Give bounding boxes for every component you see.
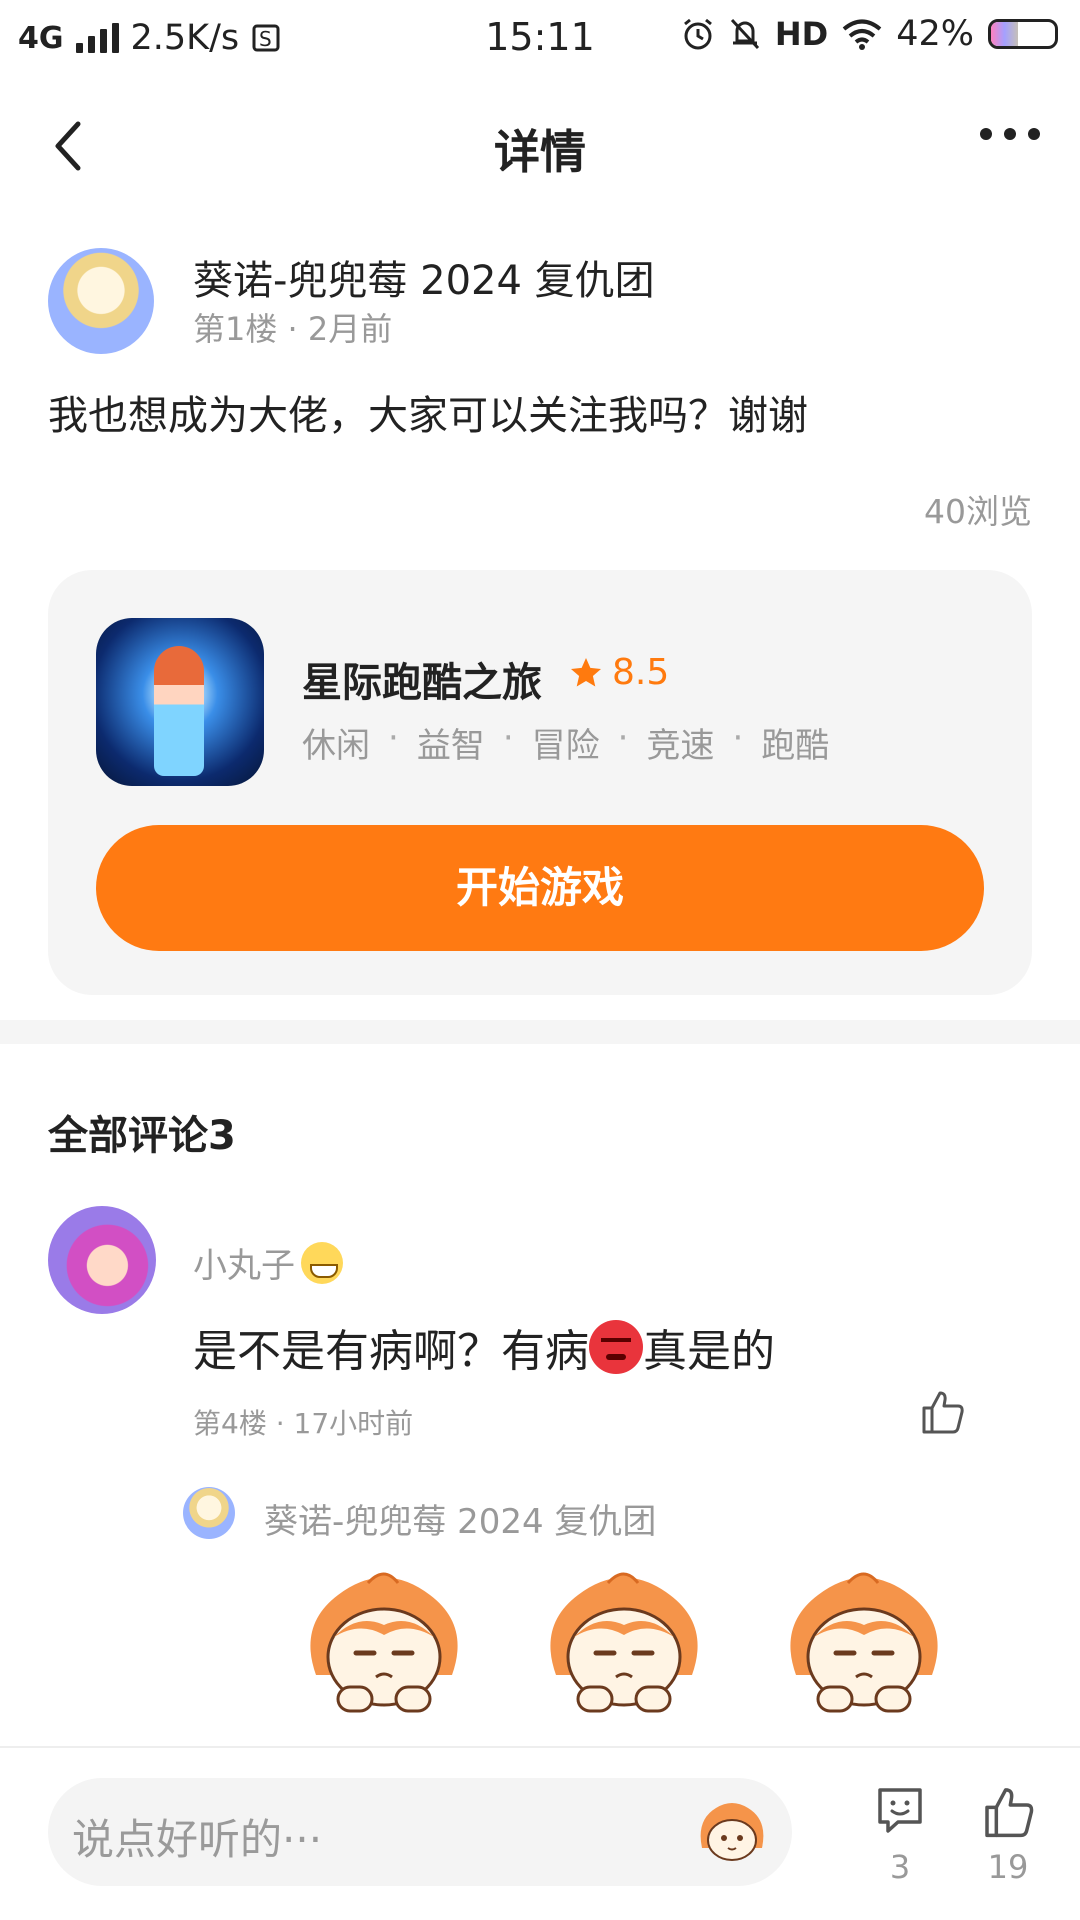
comment-content: 是不是有病啊？有病 真是的 — [193, 1315, 775, 1379]
comments-title: 全部评论3 — [48, 1113, 236, 1159]
game-tags: 休闲 · 益智 · 冒险 · 竞速 · 跑酷 — [302, 718, 830, 766]
game-rating: 8.5 — [568, 652, 669, 693]
bottom-divider — [0, 1746, 1080, 1748]
rating-value: 8.5 — [612, 652, 670, 693]
sticker-image — [550, 1572, 698, 1713]
game-card[interactable]: 星际跑酷之旅 8.5 休闲 · 益智 · 冒险 · 竞速 · 跑酷 开始游戏 — [48, 570, 1032, 995]
grin-emoji-icon — [301, 1241, 343, 1284]
alarm-icon — [683, 18, 712, 50]
sticker-picker-icon[interactable] — [696, 1796, 768, 1864]
more-dots-icon[interactable] — [980, 128, 1040, 140]
sticker-image — [310, 1572, 458, 1713]
star-icon — [571, 657, 601, 686]
like-count: 19 — [987, 1848, 1029, 1886]
mute-bell-icon — [730, 18, 759, 50]
comment-input[interactable]: 说点好听的··· — [48, 1778, 792, 1886]
reply-author-avatar[interactable] — [183, 1487, 235, 1539]
status-bar: 4G 2.5K/s S 15:11 HD 42% — [0, 0, 1080, 80]
nav-bar: 详情 — [0, 90, 1080, 200]
battery-percent: 42% — [896, 14, 974, 54]
battery-fill — [991, 22, 1018, 46]
start-game-button[interactable]: 开始游戏 — [96, 825, 984, 951]
comment-author-avatar[interactable] — [48, 1206, 156, 1314]
comment-author[interactable]: 小丸子 — [193, 1238, 343, 1287]
view-count: 40浏览 — [924, 492, 1032, 531]
status-right: HD 42% — [681, 14, 1058, 54]
game-tag: 休闲 — [302, 726, 370, 766]
sticker-image — [790, 1572, 938, 1713]
post-content: 我也想成为大佬，大家可以关注我吗？谢谢 — [48, 393, 808, 439]
wifi-icon — [842, 19, 882, 50]
page-title: 详情 — [494, 125, 586, 179]
comment-text: 是不是有病啊？有病 — [193, 1326, 589, 1377]
angry-emoji-icon — [589, 1320, 643, 1374]
battery-icon — [988, 19, 1058, 49]
post-meta: 第1楼 · 2月前 — [193, 310, 393, 348]
comment-meta: 第4楼 · 17小时前 — [193, 1407, 414, 1440]
game-tag: 益智 — [416, 726, 485, 766]
thumbs-up-icon[interactable] — [980, 1784, 1036, 1840]
game-tag: 冒险 — [531, 726, 600, 766]
reply-author-name[interactable]: 葵诺-兜兜莓 2024 复仇团 — [264, 1494, 656, 1543]
hd-label: HD — [774, 15, 829, 53]
post-author-avatar[interactable] — [48, 248, 154, 354]
comment-author-name[interactable]: 小丸子 — [193, 1238, 295, 1287]
comment-input-placeholder[interactable]: 说点好听的··· — [72, 1806, 322, 1867]
comment-icon[interactable] — [874, 1784, 926, 1836]
section-divider — [0, 1020, 1080, 1044]
game-icon[interactable] — [96, 618, 264, 786]
thumbs-up-icon[interactable] — [918, 1388, 966, 1436]
post-author-name[interactable]: 葵诺-兜兜莓 2024 复仇团 — [193, 248, 655, 306]
game-tag: 跑酷 — [761, 726, 830, 766]
game-tag: 竞速 — [646, 726, 715, 766]
comment-text-end: 真是的 — [643, 1326, 775, 1377]
game-name[interactable]: 星际跑酷之旅 — [302, 650, 542, 708]
comment-count: 3 — [889, 1848, 911, 1886]
